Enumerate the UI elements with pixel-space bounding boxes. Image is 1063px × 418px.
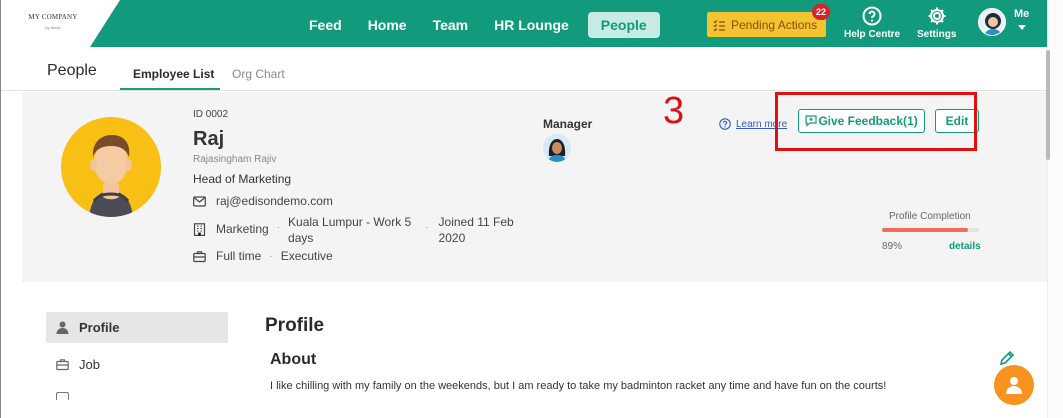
sidenav-item-label: Profile — [79, 320, 120, 335]
me-label: Me — [1014, 8, 1030, 20]
nav-people[interactable]: People — [587, 12, 660, 38]
envelope-icon — [193, 195, 206, 207]
logo-main-text: MY COMPANY — [28, 13, 78, 21]
nav-team[interactable]: Team — [420, 12, 482, 38]
about-text: I like chilling with my family on the we… — [270, 380, 887, 392]
profile-completion-bar — [882, 228, 979, 232]
tab-employee-list[interactable]: Employee List — [133, 67, 214, 81]
company-logo: MY COMPANY by reeze — [28, 13, 78, 30]
nav-home[interactable]: Home — [355, 12, 420, 38]
pending-actions-label: Pending Actions — [731, 17, 818, 32]
employee-profile-card: ID 0002 Raj Rajasingham Rajiv Head of Ma… — [22, 90, 1047, 282]
settings-label: Settings — [917, 29, 957, 40]
location-line-2: days — [288, 231, 314, 245]
edit-pencil-icon[interactable] — [999, 350, 1015, 366]
checklist-icon — [713, 19, 725, 31]
briefcase-icon — [56, 359, 69, 371]
window-edge — [0, 0, 1, 418]
employee-level: Executive — [280, 249, 333, 263]
nav-hr-lounge[interactable]: HR Lounge — [481, 12, 582, 38]
top-navigation-bar: MY COMPANY by reeze Feed Home Team HR Lo… — [0, 0, 1047, 47]
pending-actions-button[interactable]: Pending Actions 22 — [707, 4, 830, 37]
annotation-highlight-box — [775, 92, 977, 151]
gear-icon — [928, 7, 946, 25]
floating-action-button[interactable] — [994, 365, 1034, 405]
location-line-1: Kuala Lumpur - Work 5 — [288, 215, 412, 229]
logo-sub-text: by reeze — [45, 25, 61, 30]
help-centre-label: Help Centre — [844, 29, 901, 40]
employee-title: Head of Marketing — [193, 172, 292, 186]
page-header: People Employee List Org Chart — [0, 47, 1047, 91]
separator-dot: · — [425, 222, 429, 233]
separator-dot: · — [276, 222, 281, 233]
settings-button[interactable]: Settings — [917, 6, 956, 40]
employee-avatar — [61, 117, 161, 217]
page: MY COMPANY by reeze Feed Home Team HR Lo… — [0, 0, 1063, 418]
briefcase-icon — [193, 250, 206, 262]
employee-joined: Joined 11 Feb 2020 — [439, 214, 514, 246]
active-tab-indicator — [120, 88, 220, 90]
profile-completion-label: Profile Completion — [889, 211, 971, 222]
person-icon — [1006, 377, 1022, 394]
email-row: raj@edisondemo.com — [193, 194, 333, 208]
employee-location: Kuala Lumpur - Work 5 days — [288, 214, 411, 246]
profile-completion-details-link[interactable]: details — [949, 241, 981, 252]
person-icon — [56, 321, 69, 334]
separator-dot: · — [269, 250, 273, 262]
profile-section-heading: Profile — [265, 315, 325, 336]
building-icon — [193, 223, 206, 236]
employee-name: Raj — [193, 128, 225, 150]
joined-line-2: 2020 — [438, 231, 466, 245]
user-avatar — [978, 8, 1006, 36]
scrollbar-thumb[interactable] — [1046, 50, 1050, 160]
help-icon — [719, 118, 731, 130]
help-icon — [862, 6, 882, 26]
sidenav-item-job[interactable]: Job — [46, 349, 228, 380]
profile-completion-value: 89% — [882, 241, 903, 252]
profile-completion-fill — [882, 228, 969, 232]
org-row: Marketing · Kuala Lumpur - Work 5 days ·… — [193, 214, 514, 246]
manager-label: Manager — [543, 117, 593, 131]
about-heading: About — [270, 351, 317, 368]
logo-area[interactable]: MY COMPANY by reeze — [0, 0, 120, 47]
sidenav-item-label: Job — [79, 357, 100, 372]
caret-down-icon — [1017, 25, 1026, 30]
joined-line-1: Joined 11 Feb — [438, 215, 514, 229]
page-title: People — [47, 62, 97, 79]
nav-feed[interactable]: Feed — [296, 12, 355, 38]
pending-count-badge: 22 — [812, 4, 830, 20]
employment-type: Full time — [216, 249, 262, 263]
employee-department: Marketing — [216, 222, 269, 236]
employee-id: ID 0002 — [193, 109, 229, 120]
employee-full-name: Rajasingham Rajiv — [193, 154, 277, 165]
employment-row: Full time · Executive — [193, 249, 333, 263]
help-centre-button[interactable]: Help Centre — [844, 6, 900, 40]
sidenav-next-icon — [56, 392, 69, 400]
main-nav: Feed Home Team HR Lounge People — [296, 12, 660, 38]
annotation-step-number: 3 — [663, 90, 685, 132]
tab-org-chart[interactable]: Org Chart — [232, 67, 285, 81]
me-menu[interactable]: Me — [978, 8, 1029, 36]
sidenav-item-profile[interactable]: Profile — [46, 312, 228, 343]
employee-email[interactable]: raj@edisondemo.com — [216, 194, 333, 208]
manager-avatar[interactable] — [543, 134, 571, 162]
